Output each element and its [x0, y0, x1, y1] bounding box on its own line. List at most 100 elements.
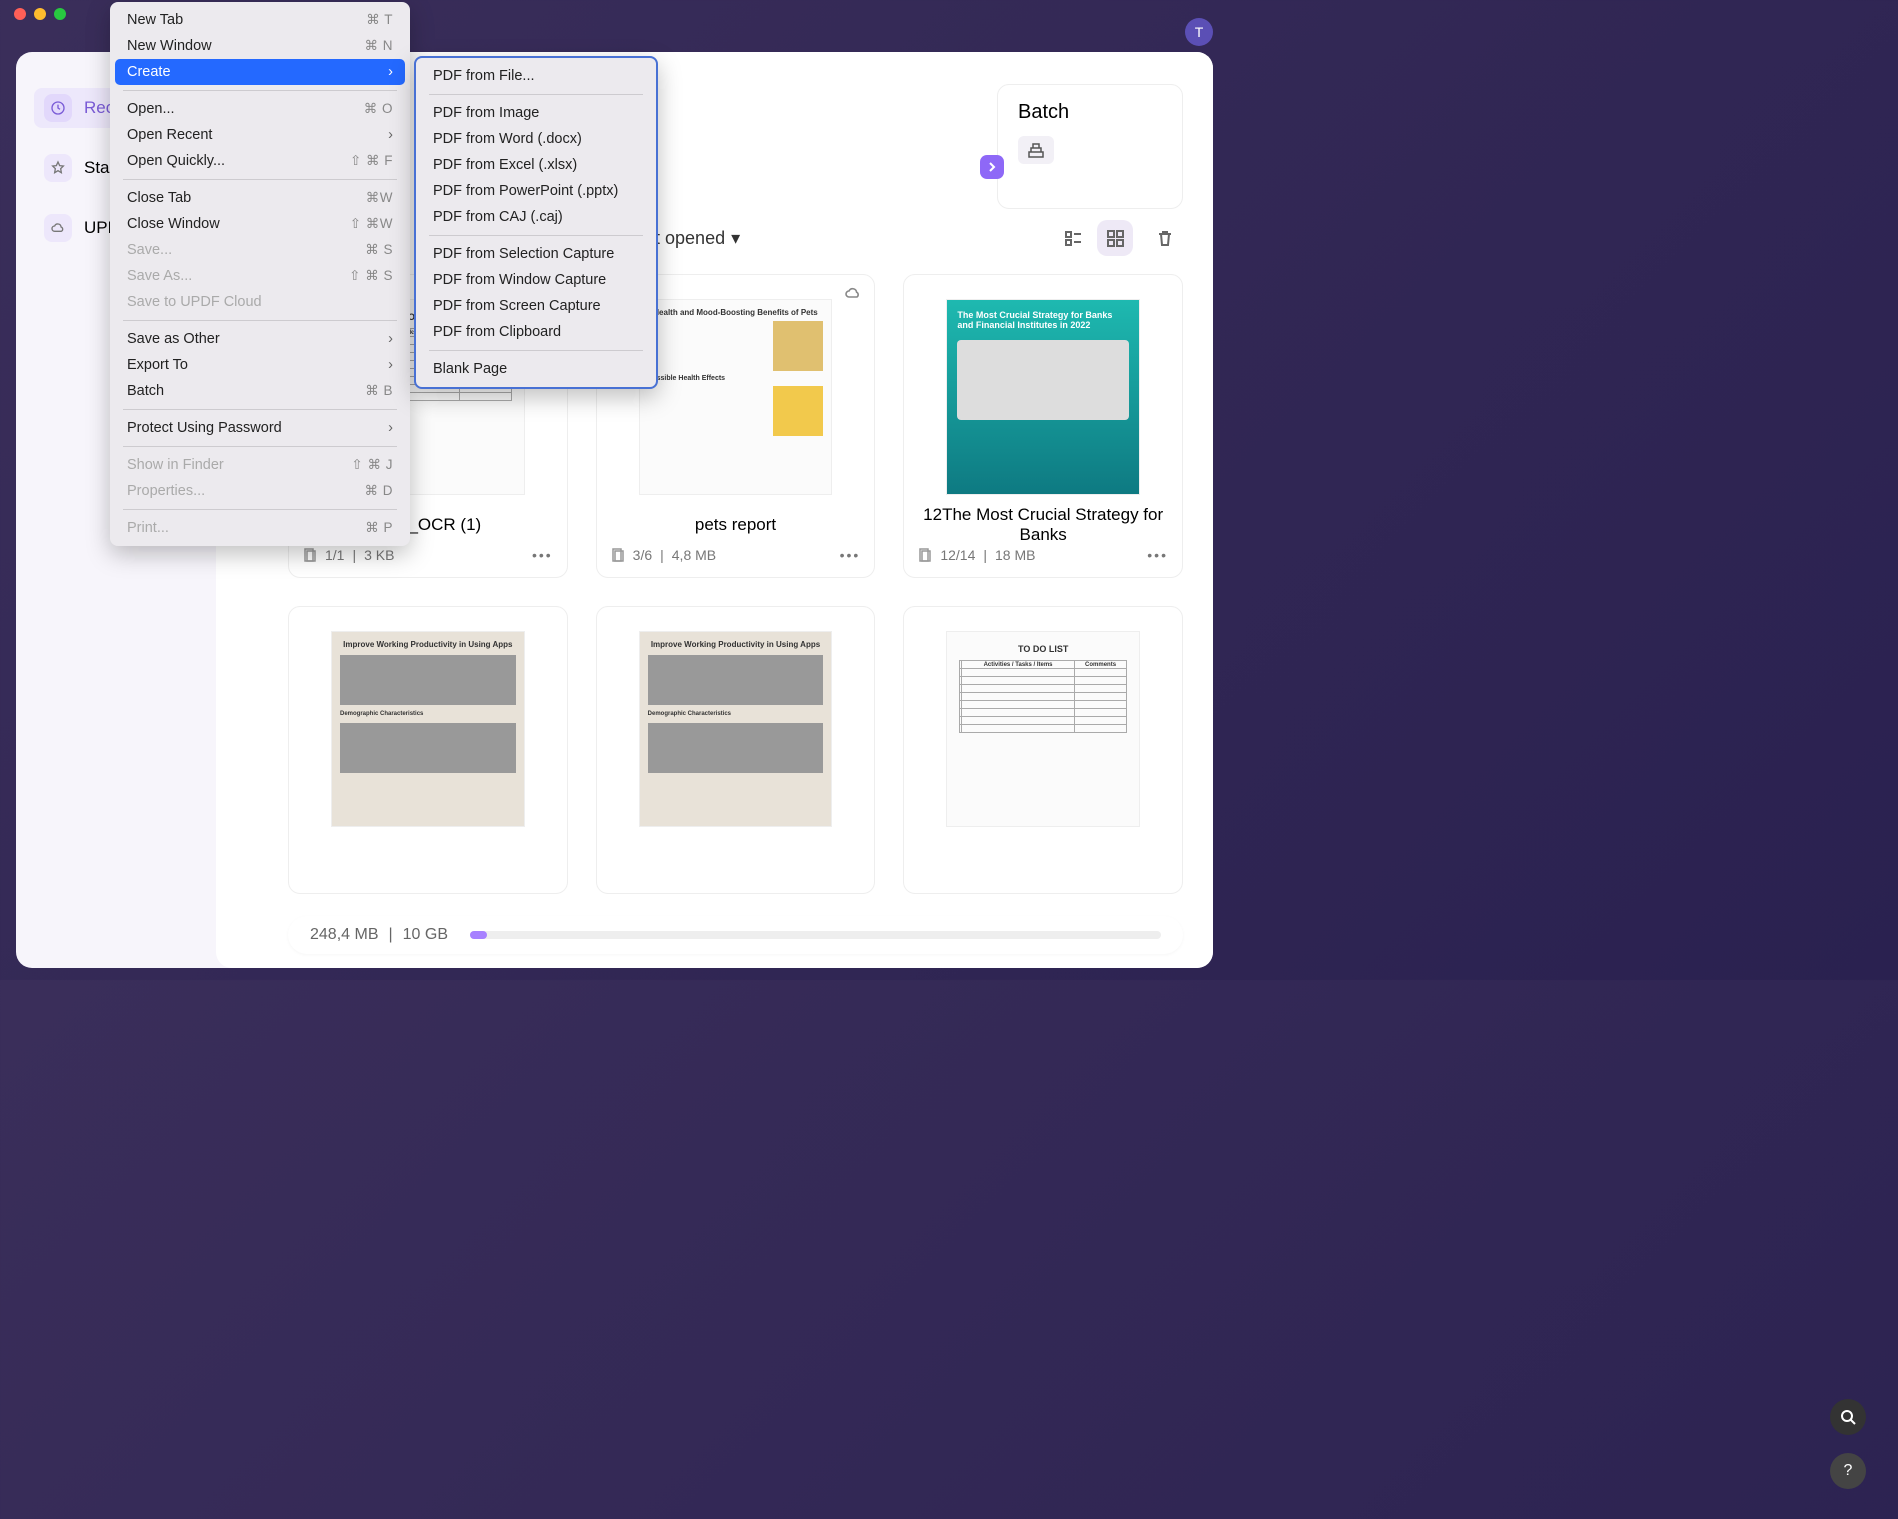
file-menu-item[interactable]: Batch⌘ B: [115, 378, 405, 404]
menu-shortcut: ⇧ ⌘ F: [350, 153, 393, 169]
batch-chevron-button[interactable]: [980, 155, 1004, 179]
minimize-window-button[interactable]: [34, 8, 46, 20]
menu-item-label: Show in Finder: [127, 457, 224, 473]
menu-shortcut: ⌘ P: [365, 520, 393, 536]
search-fab[interactable]: [1830, 1399, 1866, 1435]
menu-shortcut: ⇧ ⌘ S: [349, 268, 393, 284]
file-card[interactable]: TO DO LISTActivities / Tasks / ItemsComm…: [903, 606, 1183, 894]
file-menu[interactable]: New Tab ⌘ T New Window⌘ NCreate› Open...⌘ O…: [110, 2, 410, 546]
menu-item-label: PDF from Selection Capture: [433, 246, 614, 262]
avatar[interactable]: T: [1185, 18, 1213, 46]
file-menu-item[interactable]: Save as Other ›: [115, 326, 405, 352]
menu-item-label: Save as Other: [127, 331, 220, 347]
file-menu-item[interactable]: Open Recent ›: [115, 122, 405, 148]
create-submenu-item[interactable]: PDF from CAJ (.caj): [421, 204, 651, 230]
caret-down-icon: ▾: [731, 228, 740, 249]
create-submenu-item[interactable]: PDF from Word (.docx): [421, 126, 651, 152]
create-submenu-separator: [429, 94, 643, 95]
menu-item-label: PDF from Word (.docx): [433, 131, 582, 147]
menu-item-label: Open Recent: [127, 127, 212, 143]
file-menu-item[interactable]: Open Quickly... ⇧ ⌘ F: [115, 148, 405, 174]
menu-item-label: Save As...: [127, 268, 192, 284]
file-menu-item[interactable]: New Window⌘ N: [115, 33, 405, 59]
file-menu-item[interactable]: Close Tab⌘W: [115, 185, 405, 211]
batch-title: Batch: [1018, 101, 1162, 124]
menu-shortcut: ⌘W: [366, 190, 393, 206]
file-card[interactable]: Improve Working Productivity in Using Ap…: [288, 606, 568, 894]
menu-item-label: Protect Using Password: [127, 420, 282, 436]
menu-item-label: PDF from Window Capture: [433, 272, 606, 288]
file-pages: 12/14: [940, 547, 975, 563]
close-window-button[interactable]: [14, 8, 26, 20]
cloud-sync-icon: [844, 285, 862, 304]
create-submenu-item[interactable]: PDF from PowerPoint (.pptx): [421, 178, 651, 204]
create-submenu-item[interactable]: PDF from Clipboard: [421, 319, 651, 345]
menu-item-label: Save...: [127, 242, 172, 258]
menu-item-label: Open Quickly...: [127, 153, 225, 169]
list-view-button[interactable]: [1055, 220, 1091, 256]
view-toggle: [1055, 220, 1133, 256]
file-menu-item[interactable]: Open...⌘ O: [115, 96, 405, 122]
file-menu-item: Save... ⌘ S: [115, 237, 405, 263]
create-submenu-item[interactable]: PDF from Screen Capture: [421, 293, 651, 319]
menu-item-label: Properties...: [127, 483, 205, 499]
menu-item-label: PDF from Screen Capture: [433, 298, 601, 314]
file-more-button[interactable]: •••: [532, 547, 553, 563]
batch-card[interactable]: Batch: [997, 84, 1183, 209]
menu-item-label: PDF from CAJ (.caj): [433, 209, 563, 225]
create-submenu-item[interactable]: PDF from Image: [421, 100, 651, 126]
cloud-icon: [44, 214, 72, 242]
create-submenu-item[interactable]: Blank Page: [421, 356, 651, 382]
create-submenu-item[interactable]: PDF from Excel (.xlsx): [421, 152, 651, 178]
menu-item-label: PDF from Clipboard: [433, 324, 561, 340]
menu-item-label: Batch: [127, 383, 164, 399]
chevron-right-icon: ›: [388, 357, 393, 373]
page-icon: [303, 548, 317, 562]
maximize-window-button[interactable]: [54, 8, 66, 20]
file-thumbnail: The Most Crucial Strategy for Banks and …: [946, 299, 1140, 495]
file-size: 3 KB: [364, 547, 394, 563]
menu-item-label: Export To: [127, 357, 188, 373]
file-card[interactable]: Improve Working Productivity in Using Ap…: [596, 606, 876, 894]
file-menu-item[interactable]: Close Window⇧ ⌘W: [115, 211, 405, 237]
create-submenu[interactable]: PDF from File... PDF from Image PDF from W…: [414, 56, 658, 389]
storage-total: 10 GB: [403, 926, 448, 944]
chevron-right-icon: ›: [388, 127, 393, 143]
file-menu-item: Save to UPDF Cloud: [115, 289, 405, 315]
file-title: 12The Most Crucial Strategy for Banks: [918, 503, 1168, 547]
chevron-right-icon: ›: [388, 64, 393, 80]
menu-shortcut: ⌘ T: [366, 12, 393, 28]
menu-shortcut: ⌘ S: [365, 242, 393, 258]
create-submenu-item[interactable]: PDF from Selection Capture: [421, 241, 651, 267]
file-meta: 12/14|18 MB•••: [918, 547, 1168, 563]
menu-item-label: New Window: [127, 38, 212, 54]
chevron-right-icon: ›: [388, 331, 393, 347]
delete-button[interactable]: [1147, 220, 1183, 256]
file-thumbnail: Health and Mood-Boosting Benefits of Pet…: [639, 299, 833, 495]
create-submenu-item[interactable]: PDF from Window Capture: [421, 267, 651, 293]
file-menu-item[interactable]: Export To ›: [115, 352, 405, 378]
file-menu-separator: [123, 179, 397, 180]
file-more-button[interactable]: •••: [1147, 547, 1168, 563]
file-menu-separator: [123, 409, 397, 410]
file-size: 4,8 MB: [672, 547, 716, 563]
file-more-button[interactable]: •••: [840, 547, 861, 563]
file-title: [918, 835, 1168, 879]
menu-item-label: PDF from PowerPoint (.pptx): [433, 183, 618, 199]
file-menu-item[interactable]: Protect Using Password›: [115, 415, 405, 441]
file-menu-separator: [123, 509, 397, 510]
file-menu-separator: [123, 90, 397, 91]
file-pages: 3/6: [633, 547, 652, 563]
storage-bar: 248,4 MB | 10 GB: [288, 916, 1183, 954]
menu-item-label: Save to UPDF Cloud: [127, 294, 262, 310]
menu-shortcut: ⌘ O: [364, 101, 393, 117]
help-fab[interactable]: ?: [1830, 1453, 1866, 1489]
menu-item-label: New Tab: [127, 12, 183, 28]
file-menu-item[interactable]: New Tab ⌘ T: [115, 7, 405, 33]
batch-icon: [1018, 136, 1054, 164]
file-menu-item: Print...⌘ P: [115, 515, 405, 541]
file-menu-item[interactable]: Create›: [115, 59, 405, 85]
file-card[interactable]: The Most Crucial Strategy for Banks and …: [903, 274, 1183, 578]
create-submenu-item[interactable]: PDF from File...: [421, 63, 651, 89]
grid-view-button[interactable]: [1097, 220, 1133, 256]
